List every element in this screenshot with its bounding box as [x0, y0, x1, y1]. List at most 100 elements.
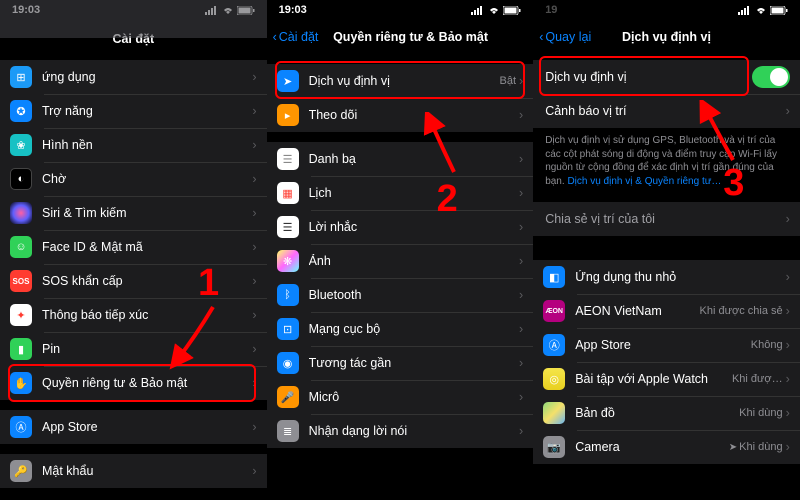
- camera-icon: 📷: [543, 436, 565, 458]
- row-chia-se-vi-tri[interactable]: Chia sẻ vị trí của tôi ›: [533, 202, 800, 236]
- chevron-right-icon: ›: [786, 372, 790, 386]
- back-button[interactable]: ‹ Quay lại: [539, 30, 591, 44]
- row-loi-nhac[interactable]: ☰ Lời nhắc ›: [267, 210, 534, 244]
- row-anh[interactable]: ❋ Ảnh ›: [267, 244, 534, 278]
- nav-bar: ‹ Cài đặt Quyền riêng tư & Bảo mật: [267, 20, 534, 54]
- chevron-right-icon: ›: [519, 322, 523, 336]
- location-group-1: Dịch vụ định vị Cảnh báo vị trí ›: [533, 60, 800, 128]
- status-bar: 19: [533, 0, 800, 20]
- chevron-right-icon: ›: [252, 70, 256, 84]
- row-label: Trợ năng: [42, 104, 252, 118]
- row-bai-tap[interactable]: ◎ Bài tập với Apple Watch Khi đượ… ›: [533, 362, 800, 396]
- speech-icon: ≣: [277, 420, 299, 442]
- settings-group-3: 🔑 Mật khẩu ›: [0, 454, 267, 488]
- footer-link[interactable]: Dịch vụ định vị & Quyền riêng tư…: [567, 176, 721, 187]
- siri-icon: [10, 202, 32, 224]
- tracking-icon: ▸: [277, 104, 299, 126]
- exposure-icon: ✦: [10, 304, 32, 326]
- row-danh-ba[interactable]: ☰ Danh bạ ›: [267, 142, 534, 176]
- row-pin[interactable]: ▮ Pin ›: [0, 332, 267, 366]
- row-label: Mạng cục bộ: [309, 322, 519, 336]
- photos-icon: ❋: [277, 250, 299, 272]
- row-bluetooth[interactable]: ᛒ Bluetooth ›: [267, 278, 534, 312]
- faceid-icon: ☺: [10, 236, 32, 258]
- row-camera[interactable]: 📷 Camera ➤ Khi dùng ›: [533, 430, 800, 464]
- chevron-right-icon: ›: [786, 406, 790, 420]
- privacy-group-2: ☰ Danh bạ › ▦ Lịch › ☰ Lời nhắc › ❋ Ảnh …: [267, 142, 534, 448]
- row-lich[interactable]: ▦ Lịch ›: [267, 176, 534, 210]
- row-faceid[interactable]: ☺ Face ID & Mật mã ›: [0, 230, 267, 264]
- wifi-icon: [755, 6, 767, 15]
- row-value: Bật: [500, 75, 517, 87]
- row-label: Mật khẩu: [42, 464, 252, 478]
- row-location-toggle[interactable]: Dịch vụ định vị: [533, 60, 800, 94]
- blur-overlay: [0, 0, 267, 38]
- nearby-icon: ◉: [277, 352, 299, 374]
- row-siri[interactable]: Siri & Tìm kiếm ›: [0, 196, 267, 230]
- chevron-right-icon: ›: [519, 74, 523, 88]
- back-button[interactable]: ‹ Cài đặt: [273, 30, 319, 44]
- battery-icon: [503, 6, 521, 15]
- chevron-right-icon: ›: [252, 172, 256, 186]
- bluetooth-icon: ᛒ: [277, 284, 299, 306]
- contacts-icon: ☰: [277, 148, 299, 170]
- accessibility-icon: ✪: [10, 100, 32, 122]
- row-label: Dịch vụ định vị: [545, 70, 752, 84]
- fitness-icon: ◎: [543, 368, 565, 390]
- sos-icon: SOS: [10, 270, 32, 292]
- row-thong-bao-tiep-xuc[interactable]: ✦ Thông báo tiếp xúc ›: [0, 298, 267, 332]
- row-theo-doi[interactable]: ▸ Theo dõi ›: [267, 98, 534, 132]
- row-app-store[interactable]: Ⓐ App Store ›: [0, 410, 267, 444]
- chevron-right-icon: ›: [252, 206, 256, 220]
- row-ung-dung-thu-nho[interactable]: ◧ Ứng dụng thu nhỏ ›: [533, 260, 800, 294]
- battery-settings-icon: ▮: [10, 338, 32, 360]
- location-apps-group: ◧ Ứng dụng thu nhỏ › ÆON AEON VietNam Kh…: [533, 260, 800, 464]
- chevron-right-icon: ›: [252, 240, 256, 254]
- status-time: 19: [545, 4, 557, 16]
- row-label: Danh bạ: [309, 152, 519, 166]
- chevron-right-icon: ›: [519, 288, 523, 302]
- row-hinh-nen[interactable]: ❀ Hình nền ›: [0, 128, 267, 162]
- row-label: Siri & Tìm kiếm: [42, 206, 252, 220]
- row-label: Hình nền: [42, 138, 252, 152]
- row-label: Ứng dụng thu nhỏ: [575, 270, 785, 284]
- row-label: Lịch: [309, 186, 519, 200]
- row-label: SOS khẩn cấp: [42, 274, 252, 288]
- row-canh-bao-vi-tri[interactable]: Cảnh báo vị trí ›: [533, 94, 800, 128]
- row-sos[interactable]: SOS SOS khẩn cấp ›: [0, 264, 267, 298]
- row-label: Face ID & Mật mã: [42, 240, 252, 254]
- row-quyen-rieng-tu[interactable]: ✋ Quyền riêng tư & Bảo mật ›: [0, 366, 267, 400]
- phone-screen-location: 19 ‹ Quay lại Dịch vụ định vị Dịch vụ đị…: [533, 0, 800, 500]
- row-value: Khi dùng: [739, 441, 782, 453]
- signal-icon: [471, 6, 485, 15]
- row-ung-dung[interactable]: ⊞ ứng dụng ›: [0, 60, 267, 94]
- row-cho[interactable]: ◐ Chờ ›: [0, 162, 267, 196]
- row-label: Tương tác gần: [309, 356, 519, 370]
- back-label: Cài đặt: [279, 30, 319, 44]
- chevron-right-icon: ›: [252, 308, 256, 322]
- row-tro-nang[interactable]: ✪ Trợ năng ›: [0, 94, 267, 128]
- chevron-right-icon: ›: [786, 270, 790, 284]
- chevron-right-icon: ›: [252, 464, 256, 478]
- row-micro[interactable]: 🎤 Micrô ›: [267, 380, 534, 414]
- row-ban-do[interactable]: Bản đồ Khi dùng ›: [533, 396, 800, 430]
- row-aeon[interactable]: ÆON AEON VietNam Khi được chia sẻ ›: [533, 294, 800, 328]
- row-label: Chờ: [42, 172, 252, 186]
- row-label: Ảnh: [309, 254, 519, 268]
- chevron-right-icon: ›: [786, 212, 790, 226]
- row-label: Bluetooth: [309, 288, 519, 302]
- toggle-switch[interactable]: [752, 66, 790, 88]
- row-mat-khau[interactable]: 🔑 Mật khẩu ›: [0, 454, 267, 488]
- chevron-right-icon: ›: [519, 424, 523, 438]
- status-time: 19:03: [279, 4, 307, 16]
- row-dich-vu-dinh-vi[interactable]: ➤ Dịch vụ định vị Bật ›: [267, 64, 534, 98]
- chevron-right-icon: ›: [252, 274, 256, 288]
- row-mang-cuc-bo[interactable]: ⊡ Mạng cục bộ ›: [267, 312, 534, 346]
- row-tuong-tac-gan[interactable]: ◉ Tương tác gần ›: [267, 346, 534, 380]
- row-value: Khi được chia sẻ: [700, 305, 783, 317]
- phone-screen-settings: 19:03 Cài đặt ⊞ ứng dụng › ✪ Trợ năng › …: [0, 0, 267, 500]
- row-label: App Store: [575, 338, 751, 352]
- row-nhan-dang-loi-noi[interactable]: ≣ Nhận dạng lời nói ›: [267, 414, 534, 448]
- settings-group-1: ⊞ ứng dụng › ✪ Trợ năng › ❀ Hình nền › ◐…: [0, 60, 267, 400]
- row-app-store-loc[interactable]: Ⓐ App Store Không ›: [533, 328, 800, 362]
